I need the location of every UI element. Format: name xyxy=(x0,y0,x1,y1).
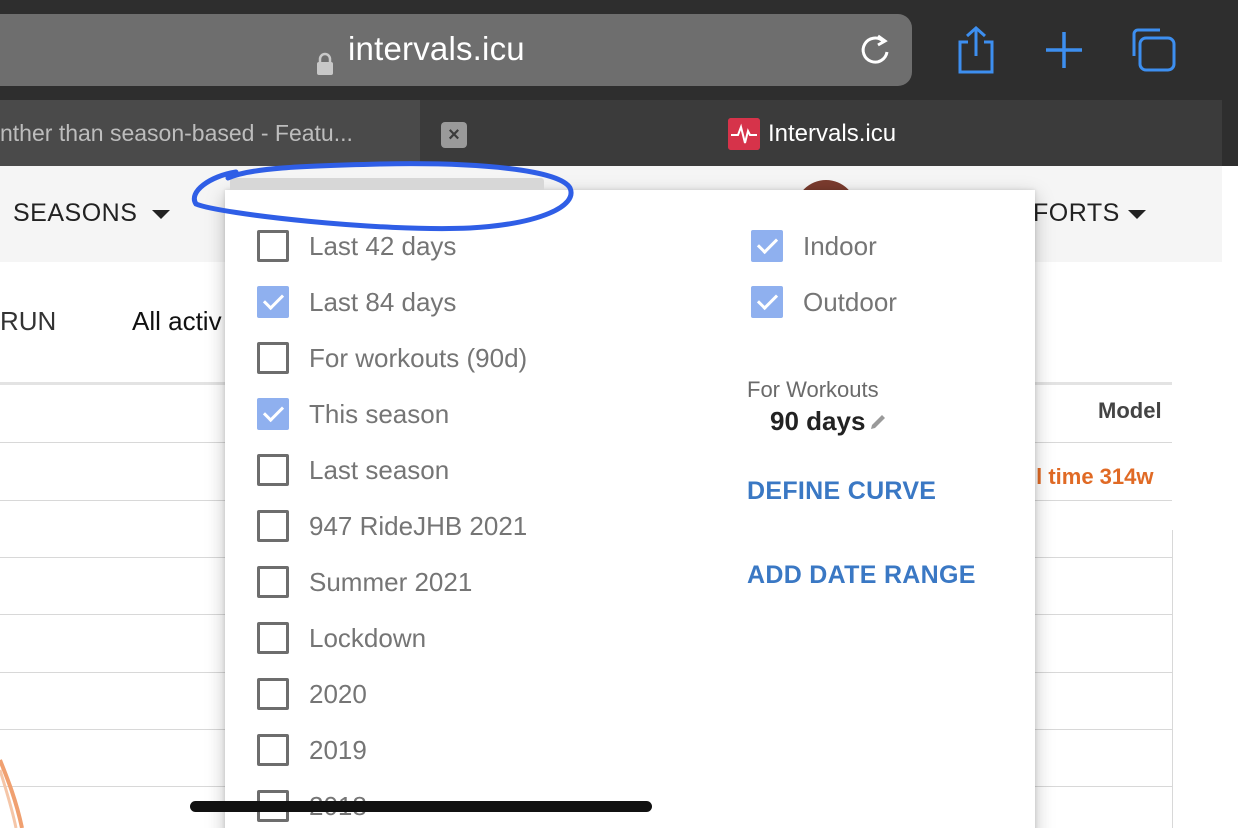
option-indoor[interactable]: Indoor xyxy=(751,226,877,266)
address-bar[interactable]: intervals.icu xyxy=(0,14,912,86)
intervals-favicon-icon xyxy=(728,118,760,150)
define-curve-button[interactable]: DEFINE CURVE xyxy=(747,477,936,506)
option-outdoor[interactable]: Outdoor xyxy=(751,282,897,322)
option-947-ridejhb-2021[interactable]: 947 RideJHB 2021 xyxy=(257,506,527,546)
tabs-overview-icon[interactable] xyxy=(1128,26,1176,74)
all-activities-filter[interactable]: All activ xyxy=(132,306,222,337)
checkbox-outdoor[interactable] xyxy=(751,286,783,318)
seasons-menu[interactable]: SEASONS xyxy=(13,199,137,228)
checkbox-2020[interactable] xyxy=(257,678,289,710)
browser-toolbar: intervals.icu xyxy=(0,0,1238,100)
seasons-caret-icon xyxy=(152,210,170,219)
chart-axis-line xyxy=(1172,530,1173,828)
checkbox-2019[interactable] xyxy=(257,734,289,766)
for-workouts-value[interactable]: 90 days xyxy=(770,406,865,437)
reload-icon[interactable] xyxy=(856,30,896,70)
home-indicator xyxy=(190,801,652,812)
new-tab-icon[interactable] xyxy=(1040,26,1088,74)
checkbox-for-workouts[interactable] xyxy=(257,342,289,374)
power-curve-fragment xyxy=(0,759,24,828)
checkbox-lockdown[interactable] xyxy=(257,622,289,654)
option-last-84-days[interactable]: Last 84 days xyxy=(257,282,456,322)
option-last-42-days[interactable]: Last 42 days xyxy=(257,226,456,266)
efforts-menu[interactable]: FORTS xyxy=(1033,199,1120,228)
url-text[interactable]: intervals.icu xyxy=(348,30,525,68)
tab-title-active[interactable]: Intervals.icu xyxy=(768,120,896,148)
add-date-range-button[interactable]: ADD DATE RANGE xyxy=(747,561,976,590)
tab-strip: nther than season-based - Featu... xyxy=(0,100,1238,166)
option-for-workouts[interactable]: For workouts (90d) xyxy=(257,338,527,378)
lock-icon xyxy=(317,52,333,75)
for-workouts-title: For Workouts xyxy=(747,377,879,402)
checkbox-947-ridejhb-2021[interactable] xyxy=(257,510,289,542)
model-label: Model xyxy=(1098,398,1162,423)
option-lockdown[interactable]: Lockdown xyxy=(257,618,426,658)
option-last-season[interactable]: Last season xyxy=(257,450,449,490)
share-icon[interactable] xyxy=(952,26,1000,74)
tab-strip-edge xyxy=(1222,100,1238,166)
checkbox-indoor[interactable] xyxy=(751,230,783,262)
sport-tab-run[interactable]: RUN xyxy=(0,306,56,337)
option-summer-2021[interactable]: Summer 2021 xyxy=(257,562,472,602)
checkbox-this-season[interactable] xyxy=(257,398,289,430)
option-2019[interactable]: 2019 xyxy=(257,730,367,770)
option-this-season[interactable]: This season xyxy=(257,394,449,434)
checkbox-summer-2021[interactable] xyxy=(257,566,289,598)
close-tab-icon[interactable]: × xyxy=(441,122,467,148)
dropdown-scroll-header xyxy=(230,178,544,190)
all-time-value: ll time 314w xyxy=(1030,464,1154,489)
tab-feature-request[interactable]: nther than season-based - Featu... xyxy=(0,100,420,166)
pencil-icon[interactable] xyxy=(868,412,888,432)
checkbox-last-84-days[interactable] xyxy=(257,286,289,318)
tab-title: nther than season-based - Featu... xyxy=(0,120,353,146)
checkbox-last-season[interactable] xyxy=(257,454,289,486)
option-2020[interactable]: 2020 xyxy=(257,674,367,714)
checkbox-last-42-days[interactable] xyxy=(257,230,289,262)
efforts-caret-icon xyxy=(1128,210,1146,219)
